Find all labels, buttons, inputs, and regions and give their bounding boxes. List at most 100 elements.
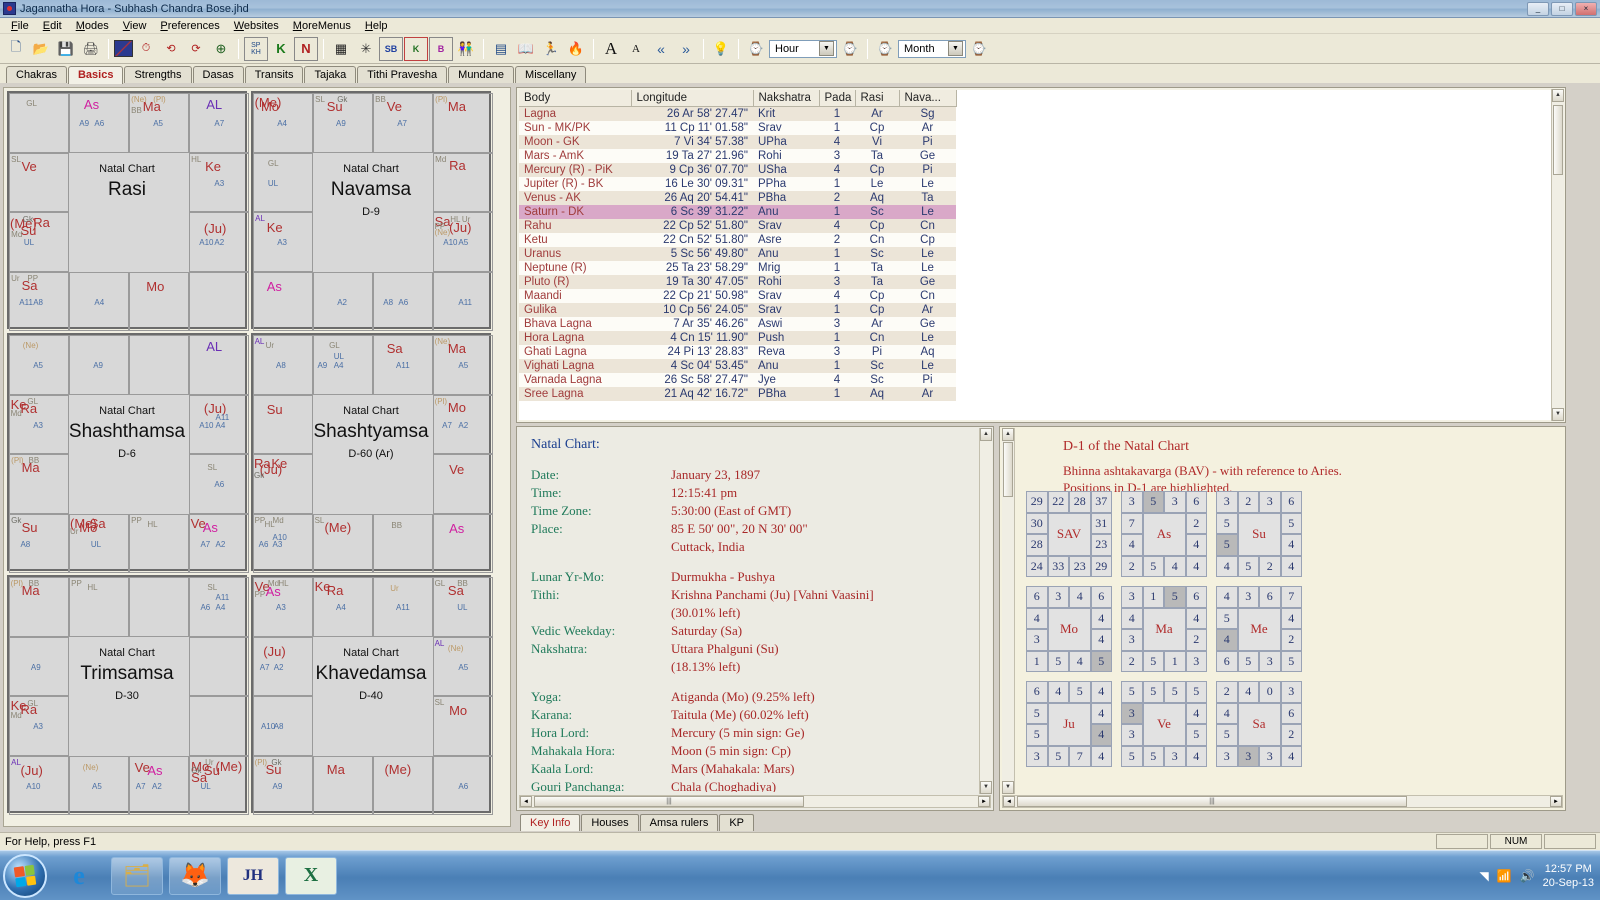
table-row[interactable]: Moon - GK 7 Vi 34' 57.38" UPha 4 Vi Pi <box>519 135 956 149</box>
tab-tithi-pravesha[interactable]: Tithi Pravesha <box>357 66 448 83</box>
table-row[interactable]: Rahu 22 Cp 52' 51.80" Srav 4 Cp Cn <box>519 219 956 233</box>
chart-cell[interactable]: (Pl) Ma <box>433 93 493 153</box>
chart-cell[interactable]: AL Ur A8 <box>253 335 313 395</box>
tab-strengths[interactable]: Strengths <box>124 66 192 83</box>
chart-cell[interactable]: Ra Ke (Ju) Gk <box>253 454 313 514</box>
table-row[interactable]: Mercury (R) - PiK 9 Cp 36' 07.70" USha 4 Cp P… <box>519 163 956 177</box>
chart-cell[interactable]: A6 <box>433 755 493 815</box>
table-row[interactable]: Vighati Lagna 4 Sc 04' 53.45" Anu 1 Sc Le <box>519 359 956 373</box>
k-box-icon[interactable]: K <box>404 36 428 61</box>
planetary-table-scrollbar[interactable]: ▲ ▼ <box>1551 89 1564 421</box>
chart-cell[interactable] <box>129 335 189 395</box>
bav-hscrollbar[interactable]: ◄ ||| ► <box>1002 795 1563 808</box>
data-clock-icon[interactable]: ⏱ <box>134 37 158 61</box>
natal-info-hscrollbar[interactable]: ◄ ||| ► <box>519 795 991 808</box>
open-folder-icon[interactable]: 📂 <box>29 37 53 61</box>
scroll-right-button[interactable]: ► <box>1550 796 1562 807</box>
scroll-right-button[interactable]: ► <box>978 796 990 807</box>
chart-cell[interactable]: Mo <box>129 271 189 331</box>
book-icon[interactable]: 📖 <box>514 37 538 61</box>
menu-item-moremenus[interactable]: MoreMenus <box>286 19 358 33</box>
chart-cell[interactable]: SL Gk Su A9 <box>313 93 373 153</box>
chart-cell[interactable]: GL UL A9 A4 <box>313 335 373 395</box>
table-row[interactable]: Jupiter (R) - BK 16 Le 30' 09.31" PPha 1 Le L… <box>519 177 956 191</box>
chart-cell[interactable] <box>129 577 189 637</box>
column-header-body[interactable]: Body <box>519 90 632 107</box>
month-select[interactable]: Month ▼ <box>898 39 966 58</box>
table-row[interactable]: Uranus 5 Sc 56' 49.80" Anu 1 Sc Le <box>519 247 956 261</box>
chevron-down-icon[interactable]: ▼ <box>819 41 834 56</box>
scrollbar-thumb[interactable]: ||| <box>1017 796 1407 807</box>
info-tab-houses[interactable]: Houses <box>581 814 639 831</box>
chart-cell[interactable]: (Me) Gk Ra Su Md UL <box>9 212 69 272</box>
grid-icon[interactable]: ▦ <box>329 37 353 61</box>
chart-shashtyamsa[interactable]: AL Ur A8 GL UL A9 A4 Sa A11 (Ne) Ma A5 Su (Pl) Mo A7 A2 R… <box>251 333 493 573</box>
couple-icon[interactable]: 👫 <box>454 37 478 61</box>
k-icon[interactable]: K <box>269 37 293 61</box>
chart-cell[interactable]: PP HL <box>129 513 189 573</box>
chart-cell[interactable]: SL (Me) <box>313 513 373 573</box>
menu-item-file[interactable]: File <box>4 19 36 33</box>
tab-basics[interactable]: Basics <box>67 66 124 84</box>
jagannatha-hora-icon[interactable]: JH <box>227 856 279 895</box>
font-large-icon[interactable]: A <box>599 37 623 61</box>
chart-cell[interactable]: Ma <box>313 755 373 815</box>
chart-cell[interactable]: SL A11 A6 A4 <box>189 577 249 637</box>
scrollbar-thumb[interactable] <box>1553 105 1563 175</box>
menu-item-edit[interactable]: Edit <box>36 19 69 33</box>
sb-icon[interactable]: SB <box>379 36 403 61</box>
file-explorer-icon[interactable]: 🗂 <box>111 856 163 895</box>
chart-cell[interactable]: (Pl) Gk Su A9 <box>253 755 313 815</box>
menu-item-websites[interactable]: Websites <box>227 19 286 33</box>
scrollbar-thumb[interactable] <box>1003 442 1013 497</box>
prev-double-icon[interactable]: « <box>649 37 673 61</box>
chart-cell[interactable]: Ve <box>433 454 493 514</box>
scroll-down-button[interactable]: ▼ <box>1552 408 1564 421</box>
chart-cell[interactable]: Ve Md HL As PP A3 <box>253 577 313 637</box>
chart-cell[interactable]: GL <box>9 93 69 153</box>
chart-cell[interactable]: SL A6 <box>189 454 249 514</box>
table-row[interactable]: Mars - AmK 19 Ta 27' 21.96" Rohi 3 Ta Ge <box>519 149 956 163</box>
column-header-nava[interactable]: Nava... <box>899 90 957 107</box>
firefox-icon[interactable]: 🦊 <box>169 856 221 895</box>
menu-item-help[interactable]: Help <box>358 19 395 33</box>
table-row[interactable]: Lagna 26 Ar 58' 27.47" Krit 1 Ar Sg <box>519 106 956 121</box>
scroll-left-button[interactable]: ◄ <box>520 796 532 807</box>
chart-khavedamsa[interactable]: Ve Md HL As PP A3 Ke Ra A4 Ur A11 GL BB Sa UL (Ju) A7 A2 A… <box>251 575 493 815</box>
system-tray[interactable]: ◥ 📶 🔊 12:57 PM 20-Sep-13 <box>1479 862 1600 890</box>
minimize-button[interactable]: _ <box>1527 1 1549 16</box>
undo-time-icon[interactable]: ⟲ <box>159 37 183 61</box>
homa-fire-icon[interactable]: 🔥 <box>564 37 588 61</box>
info-tab-amsa-rulers[interactable]: Amsa rulers <box>639 814 719 831</box>
menu-item-view[interactable]: View <box>116 19 154 33</box>
save-icon[interactable]: 💾 <box>54 37 78 61</box>
transit-circle-icon[interactable]: ⊕ <box>209 37 233 61</box>
month-fwd-icon[interactable]: ⌚ <box>967 37 991 61</box>
dasa-star-icon[interactable]: ✳ <box>354 37 378 61</box>
start-orb-icon[interactable] <box>3 853 47 898</box>
volume-icon[interactable]: 🔊 <box>1520 869 1535 883</box>
table-row[interactable]: Bhava Lagna 7 Ar 35' 46.26" Aswi 3 Ar Ge <box>519 317 956 331</box>
chart-cell[interactable]: Ve As A7 A2 <box>189 513 249 573</box>
chart-cell[interactable]: AL Ke A3 <box>253 212 313 272</box>
chart-cell[interactable]: (Me) <box>373 755 433 815</box>
clock-fwd-icon[interactable]: ⌚ <box>838 37 862 61</box>
tab-dasas[interactable]: Dasas <box>192 66 244 83</box>
menu-item-modes[interactable]: Modes <box>69 19 116 33</box>
table-row[interactable]: Varnada Lagna 26 Sc 58' 27.47" Jye 4 Sc Pi <box>519 373 956 387</box>
close-button[interactable]: × <box>1575 1 1597 16</box>
scroll-left-button[interactable]: ◄ <box>1003 796 1015 807</box>
table-row[interactable]: Hora Lagna 4 Cn 15' 11.90" Push 1 Cn Le <box>519 331 956 345</box>
new-file-icon[interactable]: 🗋 <box>4 37 28 61</box>
main-tab-strip[interactable]: Chakras Basics Strengths Dasas Transits Tajak… <box>0 64 1600 84</box>
table-row[interactable]: Neptune (R) 25 Ta 23' 58.29" Mrig 1 Ta Le <box>519 261 956 275</box>
tab-mundane[interactable]: Mundane <box>448 66 515 83</box>
help-bulb-icon[interactable]: 💡 <box>709 37 733 61</box>
n-icon[interactable]: N <box>294 36 318 61</box>
table-row[interactable]: Ketu 22 Cn 52' 51.80" Asre 2 Cn Cp <box>519 233 956 247</box>
chart-cell[interactable]: Gk Su A8 <box>9 513 69 573</box>
scroll-down-button[interactable]: ▼ <box>980 781 992 794</box>
natal-info-scrollbar[interactable]: ▲ ▼ <box>979 428 992 794</box>
table-row[interactable]: Gulika 10 Cp 56' 24.05" Srav 1 Cp Ar <box>519 303 956 317</box>
chart-cell[interactable]: (Pl) BB Ma <box>9 577 69 637</box>
